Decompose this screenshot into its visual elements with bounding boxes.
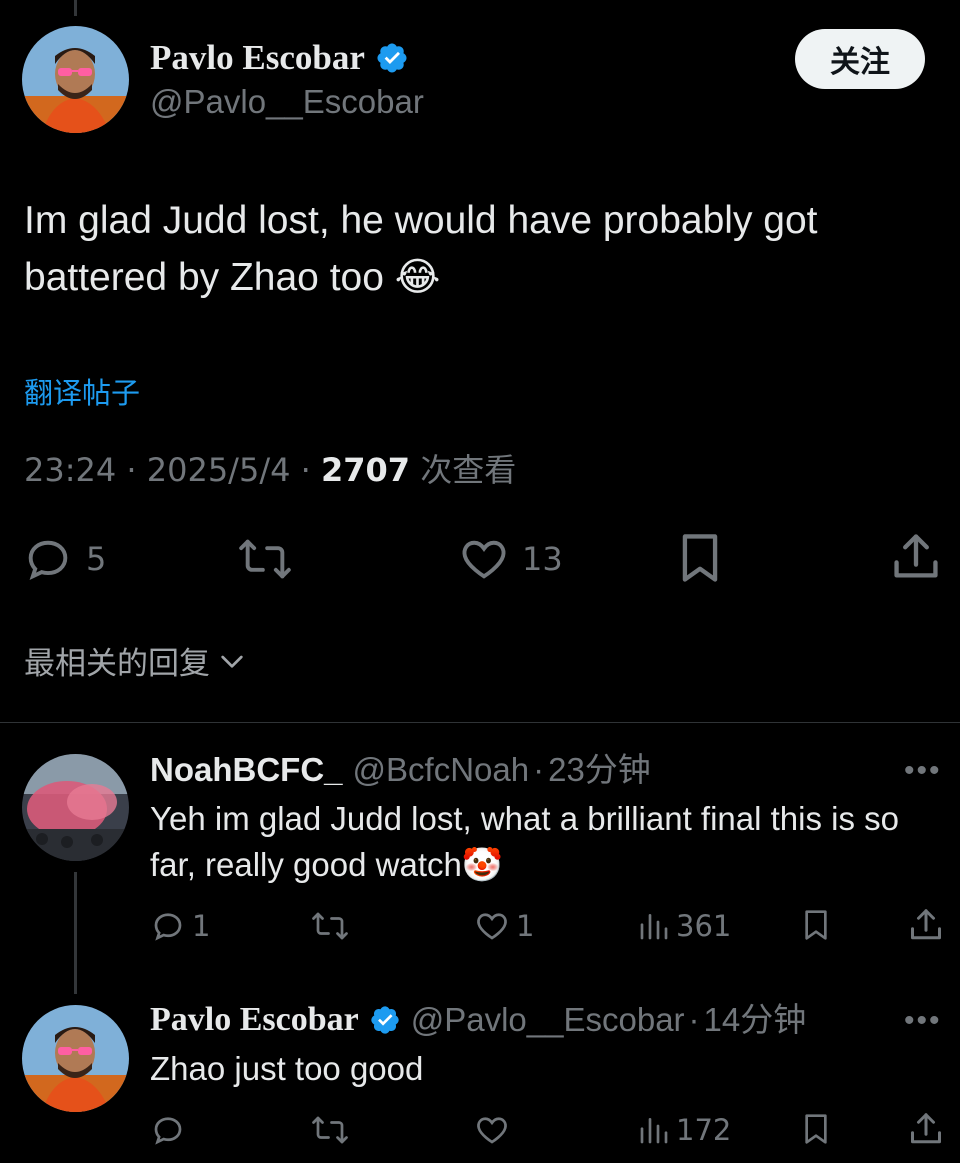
thread-line — [74, 872, 77, 994]
reply-icon — [22, 533, 74, 585]
bookmark-button[interactable] — [800, 1110, 832, 1148]
like-button[interactable] — [474, 1112, 510, 1148]
reply-author-name[interactable]: Pavlo Escobar — [150, 998, 359, 1042]
share-icon — [908, 906, 944, 944]
tweet-date[interactable]: 2025/5/4 — [147, 451, 291, 489]
reply-text: Zhao just too good — [150, 1050, 424, 1087]
like-button[interactable]: 1 — [474, 908, 534, 944]
bookmark-icon — [800, 1110, 832, 1148]
views-button[interactable]: 361 — [638, 908, 731, 944]
more-options-icon[interactable]: ••• — [904, 1004, 942, 1038]
meta-separator: · — [300, 451, 311, 489]
reply-author-handle[interactable]: @BcfcNoah — [353, 748, 530, 792]
bookmark-icon — [800, 906, 832, 944]
reply-button[interactable] — [150, 1112, 186, 1148]
tweet-text: Im glad Judd lost, he would have probabl… — [24, 199, 818, 299]
reply-button[interactable]: 1 — [150, 908, 210, 944]
retweet-button[interactable] — [236, 533, 294, 585]
heart-icon — [474, 908, 510, 944]
views-count: 2707 — [320, 451, 411, 489]
retweet-icon — [310, 908, 350, 944]
reply-count: 5 — [86, 540, 107, 578]
reply-icon — [150, 1112, 186, 1148]
follow-button[interactable]: 关注 — [795, 29, 925, 89]
bookmark-icon — [674, 530, 726, 586]
reply-header: NoahBCFC_ @BcfcNoah · 23分钟 — [150, 748, 651, 792]
reply-time[interactable]: 23分钟 — [548, 748, 651, 792]
share-icon — [890, 530, 942, 584]
reply-button[interactable]: 5 — [22, 533, 106, 585]
author-name[interactable]: Pavlo Escobar — [150, 36, 409, 80]
tweet-meta: 23:24 · 2025/5/4 · 2707 次查看 — [24, 448, 516, 492]
meta-separator: · — [126, 451, 137, 489]
like-count: 13 — [522, 540, 563, 578]
like-button[interactable]: 13 — [458, 533, 563, 585]
views-count: 361 — [676, 909, 732, 943]
thread-connector-top — [74, 0, 77, 16]
bookmark-button[interactable] — [800, 906, 832, 944]
author-name-text[interactable]: Pavlo Escobar — [150, 36, 365, 80]
chevron-down-icon — [216, 645, 248, 677]
meta-separator: · — [688, 1001, 700, 1038]
heart-icon — [474, 1112, 510, 1148]
views-count: 172 — [676, 1113, 732, 1147]
reply-author-name[interactable]: NoahBCFC_ — [150, 748, 343, 792]
like-count: 1 — [516, 909, 535, 943]
tweet-time[interactable]: 23:24 — [24, 451, 116, 489]
bookmark-button[interactable] — [674, 530, 726, 586]
author-handle[interactable]: @Pavlo__Escobar — [150, 80, 424, 124]
retweet-icon — [310, 1112, 350, 1148]
share-button[interactable] — [908, 1110, 944, 1148]
more-options-icon[interactable]: ••• — [904, 754, 942, 788]
reply-sort-dropdown[interactable]: 最相关的回复 — [24, 638, 248, 683]
reply-icon — [150, 908, 186, 944]
reply-count: 1 — [192, 909, 211, 943]
analytics-icon — [638, 908, 670, 944]
retweet-button[interactable] — [310, 908, 350, 944]
reply-author-handle[interactable]: @Pavlo__Escobar — [411, 998, 685, 1042]
views-label: 次查看 — [420, 451, 517, 489]
retweet-button[interactable] — [310, 1112, 350, 1148]
reply-header: Pavlo Escobar @Pavlo__Escobar · 14分钟 — [150, 998, 806, 1042]
verified-badge-icon — [375, 41, 409, 75]
heart-icon — [458, 533, 510, 585]
reply-time[interactable]: 14分钟 — [704, 998, 807, 1042]
analytics-icon — [638, 1112, 670, 1148]
avatar[interactable] — [22, 26, 129, 133]
reply-text: Yeh im glad Judd lost, what a brilliant … — [150, 800, 900, 883]
divider — [0, 722, 960, 723]
avatar[interactable] — [22, 1005, 129, 1112]
meta-separator: · — [533, 751, 545, 788]
verified-badge-icon — [369, 1004, 401, 1036]
translate-post-link[interactable]: 翻译帖子 — [24, 370, 140, 412]
retweet-icon — [236, 533, 294, 585]
share-icon — [908, 1110, 944, 1148]
share-button[interactable] — [908, 906, 944, 944]
sort-label: 最相关的回复 — [24, 646, 210, 682]
views-button[interactable]: 172 — [638, 1112, 731, 1148]
share-button[interactable] — [890, 530, 942, 584]
avatar[interactable] — [22, 754, 129, 861]
